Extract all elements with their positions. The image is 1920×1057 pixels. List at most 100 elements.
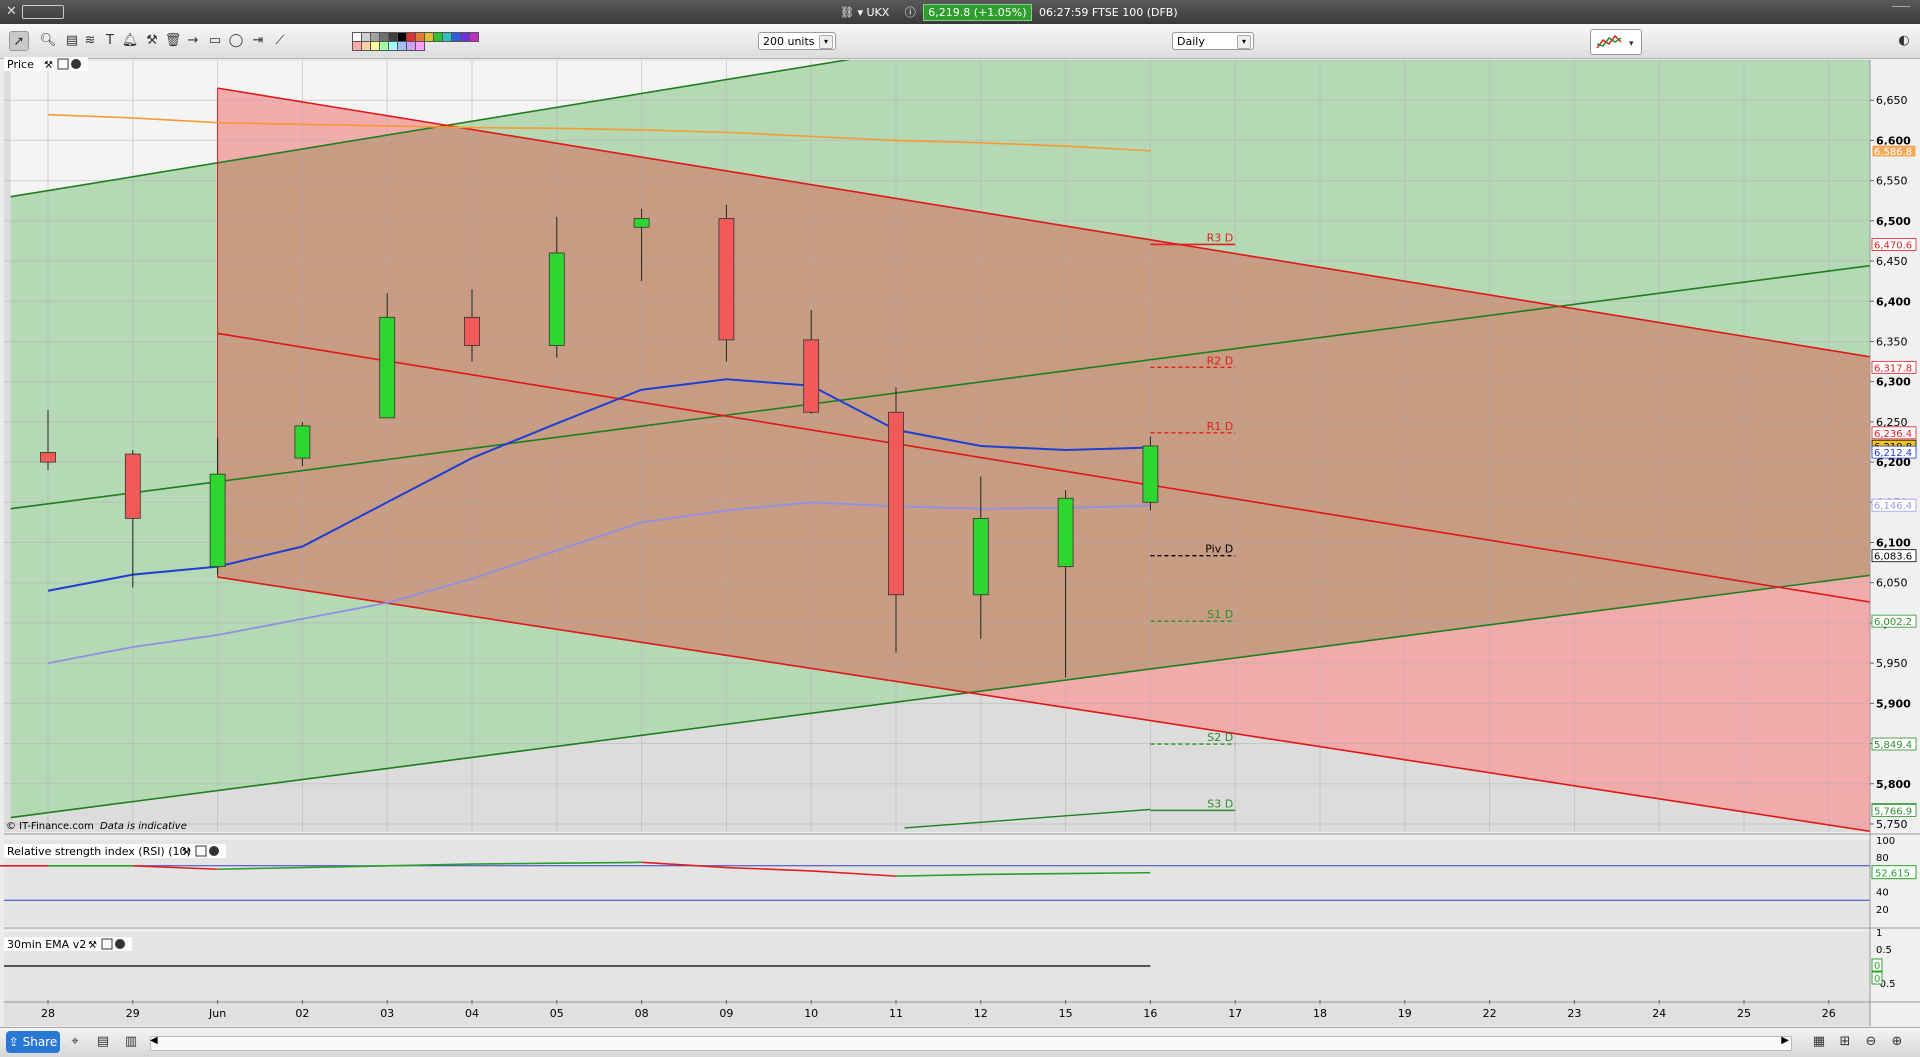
- y-tick-label: 5,950: [1876, 657, 1908, 670]
- rsi-segment: [980, 872, 1066, 876]
- x-tick-label: Jun: [208, 1007, 226, 1020]
- price-panel-title: Price: [7, 58, 34, 71]
- scroll-left-icon[interactable]: ◀: [150, 1035, 158, 1046]
- candle-body: [379, 316, 396, 419]
- x-tick-label: 24: [1652, 1007, 1666, 1020]
- price-badge-label: 5,766.9: [1874, 806, 1912, 817]
- panel-icon[interactable]: ▥: [122, 1033, 140, 1051]
- share-button[interactable]: ⇪ Share: [6, 1031, 60, 1053]
- candle-body: [40, 452, 56, 463]
- layout-icon[interactable]: ▤: [94, 1033, 112, 1051]
- y-tick-label: 6,300: [1876, 376, 1911, 389]
- y-tick-label: 5,800: [1876, 778, 1911, 791]
- y-tick-label: 6,100: [1876, 537, 1911, 550]
- ema-last-label: 0: [1874, 961, 1880, 972]
- price-badge-label: 6,236.4: [1874, 429, 1912, 440]
- y-tick-label: 6,050: [1876, 577, 1908, 590]
- zoom-fit-icon[interactable]: ⊞: [1836, 1033, 1854, 1051]
- x-tick-label: 22: [1483, 1007, 1497, 1020]
- x-tick-label: 19: [1398, 1007, 1412, 1020]
- x-tick-label: 15: [1059, 1007, 1073, 1020]
- candle-body: [1142, 445, 1159, 503]
- horizontal-scrollbar[interactable]: ◀ ▶: [150, 1035, 1792, 1051]
- zoom-in-icon[interactable]: ⊕: [1888, 1033, 1906, 1051]
- copyright-text: © IT-Finance.com: [6, 821, 94, 832]
- ema-last-label: 0: [1874, 974, 1880, 985]
- app-window: ✕ ⛓ ▾ UKX ⓘ 6,219.8 (+1.05%) 06:27:59 FT…: [0, 0, 1920, 1057]
- ema-tick-label: 0.5: [1876, 945, 1892, 956]
- wrench-icon: ⚒: [182, 847, 191, 858]
- y-tick-label: 6,450: [1876, 255, 1908, 268]
- close-icon: [209, 846, 219, 856]
- candle-body: [718, 218, 735, 341]
- candle-body: [294, 425, 311, 459]
- pivot-label: S3 D: [1207, 797, 1233, 810]
- y-tick-label: 6,650: [1876, 94, 1908, 107]
- pivot-label: R3 D: [1207, 231, 1234, 244]
- x-tick-label: 11: [889, 1007, 903, 1020]
- rsi-panel-bg: [4, 840, 1870, 926]
- y-tick-label: 6,550: [1876, 175, 1908, 188]
- x-tick-label: 17: [1228, 1007, 1242, 1020]
- price-badge-label: 6,586.8: [1874, 147, 1912, 158]
- rsi-tick-label: 40: [1876, 888, 1889, 899]
- ema-panel-title: 30min EMA v2: [7, 938, 86, 951]
- ema-tick-label: 1: [1876, 928, 1882, 939]
- pivot-label: Piv D: [1205, 543, 1233, 556]
- price-badge-label: 5,849.4: [1874, 740, 1912, 751]
- y-tick-label: 6,500: [1876, 215, 1911, 228]
- scroll-right-icon[interactable]: ▶: [1781, 1035, 1789, 1046]
- x-tick-label: 05: [550, 1007, 564, 1020]
- x-tick-label: 12: [974, 1007, 988, 1020]
- rsi-segment: [556, 861, 642, 865]
- close-icon: [71, 59, 81, 69]
- zoom-out-icon[interactable]: ⊖: [1862, 1033, 1880, 1051]
- y-tick-label: 6,350: [1876, 335, 1908, 348]
- price-badge-label: 6,083.6: [1874, 552, 1912, 563]
- pivot-label: S2 D: [1207, 731, 1233, 744]
- pivot-label: S1 D: [1207, 608, 1233, 621]
- candle-body: [548, 252, 565, 346]
- rsi-tick-label: 80: [1876, 853, 1889, 864]
- x-tick-label: 09: [719, 1007, 733, 1020]
- wrench-icon: ⚒: [44, 60, 53, 71]
- y-tick-label: 5,750: [1876, 818, 1908, 831]
- candle-body: [124, 453, 141, 519]
- x-tick-label: 28: [41, 1007, 55, 1020]
- x-tick-label: 02: [295, 1007, 309, 1020]
- close-icon: [115, 939, 125, 949]
- candle-body: [633, 218, 650, 228]
- crosshair-icon[interactable]: ⌖: [66, 1033, 84, 1051]
- price-badge-label: 6,002.2: [1874, 617, 1912, 628]
- pivot-label: R2 D: [1207, 354, 1234, 367]
- candle-body: [888, 411, 904, 596]
- price-badge-label: 6,146.4: [1874, 501, 1912, 512]
- x-tick-label: 04: [465, 1007, 479, 1020]
- price-badge-label: 6,470.6: [1874, 240, 1912, 251]
- price-badge-label: 6,317.8: [1874, 363, 1912, 374]
- y-tick-label: 5,900: [1876, 697, 1911, 710]
- candle-body: [803, 339, 820, 413]
- wrench-icon: ⚒: [88, 940, 97, 951]
- indicative-text: Data is indicative: [100, 821, 187, 832]
- x-tick-label: 25: [1737, 1007, 1751, 1020]
- x-tick-label: 10: [804, 1007, 818, 1020]
- pivot-label: R1 D: [1207, 420, 1234, 433]
- share-icon: ⇪: [8, 1035, 23, 1049]
- x-tick-label: 18: [1313, 1007, 1327, 1020]
- rsi-tick-label: 20: [1876, 905, 1889, 916]
- candle-body: [1057, 497, 1074, 568]
- rsi-tick-label: 100: [1876, 836, 1895, 847]
- x-tick-label: 03: [380, 1007, 394, 1020]
- rsi-last-label: 52.615: [1875, 869, 1910, 880]
- candle-body: [972, 517, 989, 596]
- rsi-segment: [1065, 871, 1151, 875]
- x-tick-label: 08: [635, 1007, 649, 1020]
- share-label: Share: [22, 1035, 58, 1049]
- candle-body: [464, 316, 480, 346]
- rsi-segment: [471, 862, 557, 865]
- rsi-panel-title: Relative strength index (RSI) (10): [7, 845, 191, 858]
- y-tick-label: 6,400: [1876, 295, 1911, 308]
- x-tick-label: 16: [1143, 1007, 1157, 1020]
- chart-data-icon[interactable]: ▦: [1810, 1033, 1828, 1051]
